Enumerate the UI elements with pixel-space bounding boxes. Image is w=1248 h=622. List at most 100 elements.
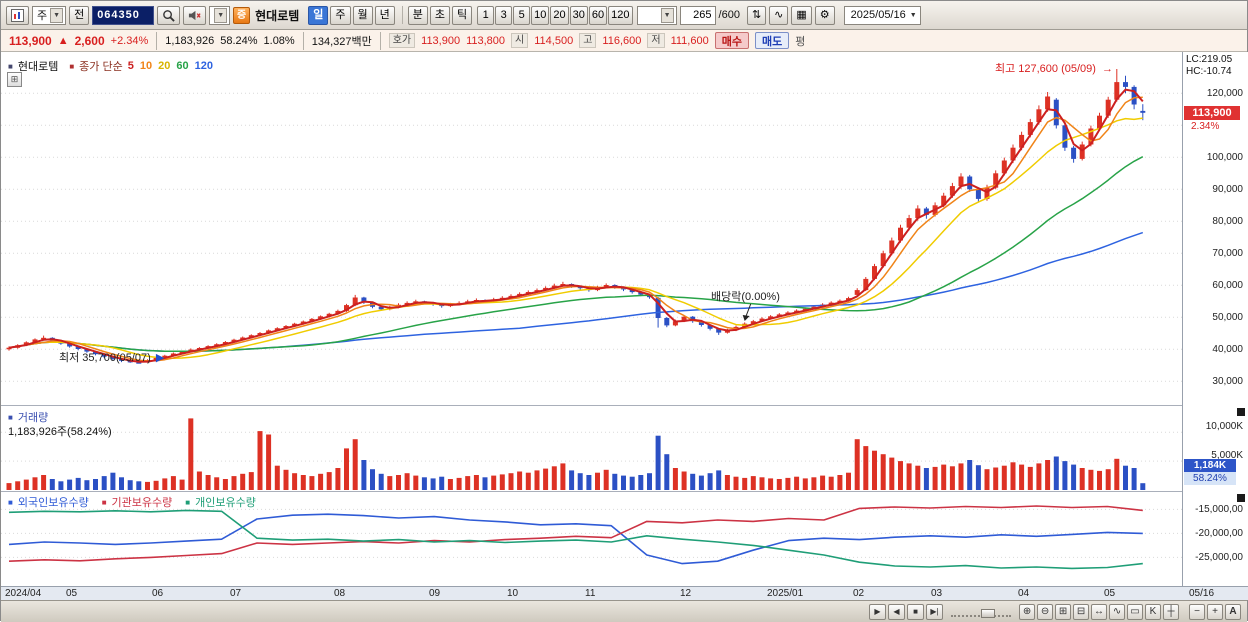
minute-button-120[interactable]: 120 bbox=[608, 5, 633, 25]
holdings-pane-menu-button[interactable] bbox=[1237, 494, 1245, 502]
settings-icon[interactable]: ⚙ bbox=[814, 5, 835, 25]
zoom-out-button[interactable]: − bbox=[1189, 603, 1205, 620]
date-picker[interactable]: 2025/05/16 ▼ bbox=[843, 5, 921, 25]
legend-square-icon: ■ bbox=[8, 497, 13, 507]
compress-tool[interactable]: ⊟ bbox=[1073, 603, 1089, 620]
minute-button-60[interactable]: 60 bbox=[588, 5, 608, 25]
chevron-down-icon: ▼ bbox=[214, 7, 228, 23]
custom-interval-combo[interactable]: ▼ bbox=[636, 5, 677, 25]
scale-icon[interactable]: ⇅ bbox=[746, 5, 767, 25]
quote-infobar: 113,900 ▲ 2,600 +2.34% 1,183,926 58.24% … bbox=[1, 30, 1247, 52]
lc-value: LC:219.05 bbox=[1186, 54, 1233, 65]
prev-stock-button[interactable]: 전 bbox=[69, 5, 90, 25]
auto-scale-button[interactable]: A bbox=[1225, 603, 1241, 620]
minute-button-10[interactable]: 10 bbox=[531, 5, 550, 25]
unit-button-tick[interactable]: 틱 bbox=[452, 5, 473, 25]
x-axis-month-label: 07 bbox=[230, 588, 242, 599]
chevron-down-icon: ▼ bbox=[50, 7, 64, 23]
zoom-in-tool[interactable]: ⊕ bbox=[1019, 603, 1035, 620]
x-axis-month-label: 11 bbox=[585, 588, 596, 599]
minute-button-5[interactable]: 5 bbox=[513, 5, 531, 25]
region-select-tool[interactable]: ▭ bbox=[1127, 603, 1143, 620]
up-arrow-icon: ▲ bbox=[57, 34, 69, 47]
search-button[interactable] bbox=[157, 5, 181, 25]
x-axis-month-label: 09 bbox=[429, 588, 441, 599]
stop-button[interactable]: ■ bbox=[907, 603, 924, 620]
period-button-month[interactable]: 월 bbox=[352, 5, 373, 25]
scroll-right-button[interactable]: ▶ bbox=[869, 603, 886, 620]
stock-name-label: 현대로템 bbox=[255, 8, 300, 23]
scroll-left-button[interactable]: ◀ bbox=[888, 603, 905, 620]
sell-button[interactable]: 매도 bbox=[754, 32, 790, 49]
open-label: 시 bbox=[511, 33, 529, 48]
high-price: 116,600 bbox=[602, 34, 642, 47]
save-layout-icon[interactable]: ▦ bbox=[791, 5, 812, 25]
x-axis-month-label: 2024/04 bbox=[5, 588, 42, 599]
period-button-week[interactable]: 주 bbox=[330, 5, 351, 25]
unit-button-minute[interactable]: 분 bbox=[407, 5, 428, 25]
chart-scroll-slider[interactable] bbox=[951, 607, 1011, 618]
chart-toolbar: 주 ▼ 전 ▼ 증 현대로템 일주월년 분초틱 13510203060120 bbox=[1, 1, 1247, 30]
price-tick-label: 100,000 bbox=[1206, 152, 1243, 163]
buy-button[interactable]: 매수 bbox=[714, 32, 749, 49]
volume-subtitle: 1,183,926주(58.24%) bbox=[8, 423, 112, 439]
holdings-tick-label: -15,000,00 bbox=[1195, 504, 1243, 515]
minute-button-30[interactable]: 30 bbox=[569, 5, 588, 25]
zoom-out-tool[interactable]: ⊖ bbox=[1037, 603, 1053, 620]
divider bbox=[156, 31, 158, 50]
low-label: 저 bbox=[647, 33, 665, 48]
chart-window-icon[interactable] bbox=[6, 5, 29, 25]
volume-pane-menu-button[interactable] bbox=[1237, 408, 1245, 416]
turnover-pct: 58.24% bbox=[220, 34, 258, 47]
chart-tool-group: ⊕ ⊖ ⊞ ⊟ ↔ ∿ ▭ K ┼ bbox=[1019, 603, 1179, 620]
grid-tool[interactable]: ⊞ bbox=[1055, 603, 1071, 620]
divider bbox=[379, 31, 381, 50]
chevron-down-icon: ▼ bbox=[660, 7, 674, 23]
holdings-pane-legend: ■ 외국인보유수량 ■ 기관보유수량 ■ 개인보유수량 bbox=[8, 494, 264, 510]
holdings-series-label: 외국인보유수량 bbox=[17, 497, 89, 509]
minute-button-3[interactable]: 3 bbox=[495, 5, 513, 25]
stock-history-dropdown[interactable]: ▼ bbox=[209, 5, 231, 25]
price-tick-label: 120,000 bbox=[1206, 88, 1243, 99]
minute-button-20[interactable]: 20 bbox=[550, 5, 569, 25]
stock-chart-window: 주 ▼ 전 ▼ 증 현대로템 일주월년 분초틱 13510203060120 bbox=[0, 0, 1248, 622]
indicator-icon[interactable]: ∿ bbox=[769, 5, 789, 25]
expand-horizontal-tool[interactable]: ↔ bbox=[1091, 603, 1107, 620]
speaker-mute-icon bbox=[189, 10, 201, 20]
high-annotation-text: 최고 127,600 (05/09) bbox=[994, 63, 1096, 75]
search-icon bbox=[163, 9, 175, 22]
low-price: 111,600 bbox=[670, 34, 709, 47]
divider bbox=[401, 6, 403, 24]
hc-value: HC:-10.74 bbox=[1186, 66, 1232, 77]
price-tick-label: 40,000 bbox=[1212, 344, 1243, 355]
period-button-day[interactable]: 일 bbox=[308, 5, 329, 25]
period-type-combo[interactable]: 주 ▼ bbox=[32, 5, 67, 25]
candle-count-input[interactable] bbox=[679, 5, 716, 25]
minute-button-1[interactable]: 1 bbox=[477, 5, 495, 25]
dividend-annotation-text: 배당락(0.00%) bbox=[711, 291, 780, 303]
unit-button-group: 분초틱 bbox=[407, 5, 474, 25]
price-volume-holdings-plot[interactable] bbox=[1, 52, 1182, 600]
high-label: 고 bbox=[579, 33, 597, 48]
x-axis-month-label: 12 bbox=[680, 588, 692, 599]
scroll-end-button[interactable]: ▶| bbox=[926, 603, 943, 620]
zoom-in-button[interactable]: + bbox=[1207, 603, 1223, 620]
slider-handle[interactable] bbox=[981, 608, 995, 618]
chevron-down-icon: ▼ bbox=[909, 11, 917, 19]
current-price-badge: 113,900 bbox=[1184, 106, 1240, 120]
period-button-year[interactable]: 년 bbox=[374, 5, 395, 25]
stock-code-input[interactable] bbox=[92, 5, 155, 25]
k-line-tool[interactable]: K bbox=[1145, 603, 1161, 620]
x-axis-month-label: 2025/01 bbox=[767, 588, 804, 599]
mini-chart-icon bbox=[11, 8, 24, 22]
x-axis-month-label: 08 bbox=[334, 588, 346, 599]
holdings-series-label: 기관보유수량 bbox=[111, 497, 173, 509]
ratio-pct: 1.08% bbox=[263, 34, 295, 47]
pane-divider[interactable] bbox=[1, 491, 1248, 492]
mute-button[interactable] bbox=[183, 5, 207, 25]
pane-divider[interactable] bbox=[1, 405, 1248, 406]
trendline-tool[interactable]: ∿ bbox=[1109, 603, 1125, 620]
unit-button-second[interactable]: 초 bbox=[429, 5, 451, 25]
price-tick-label: 70,000 bbox=[1212, 248, 1243, 259]
crosshair-tool[interactable]: ┼ bbox=[1163, 603, 1179, 620]
